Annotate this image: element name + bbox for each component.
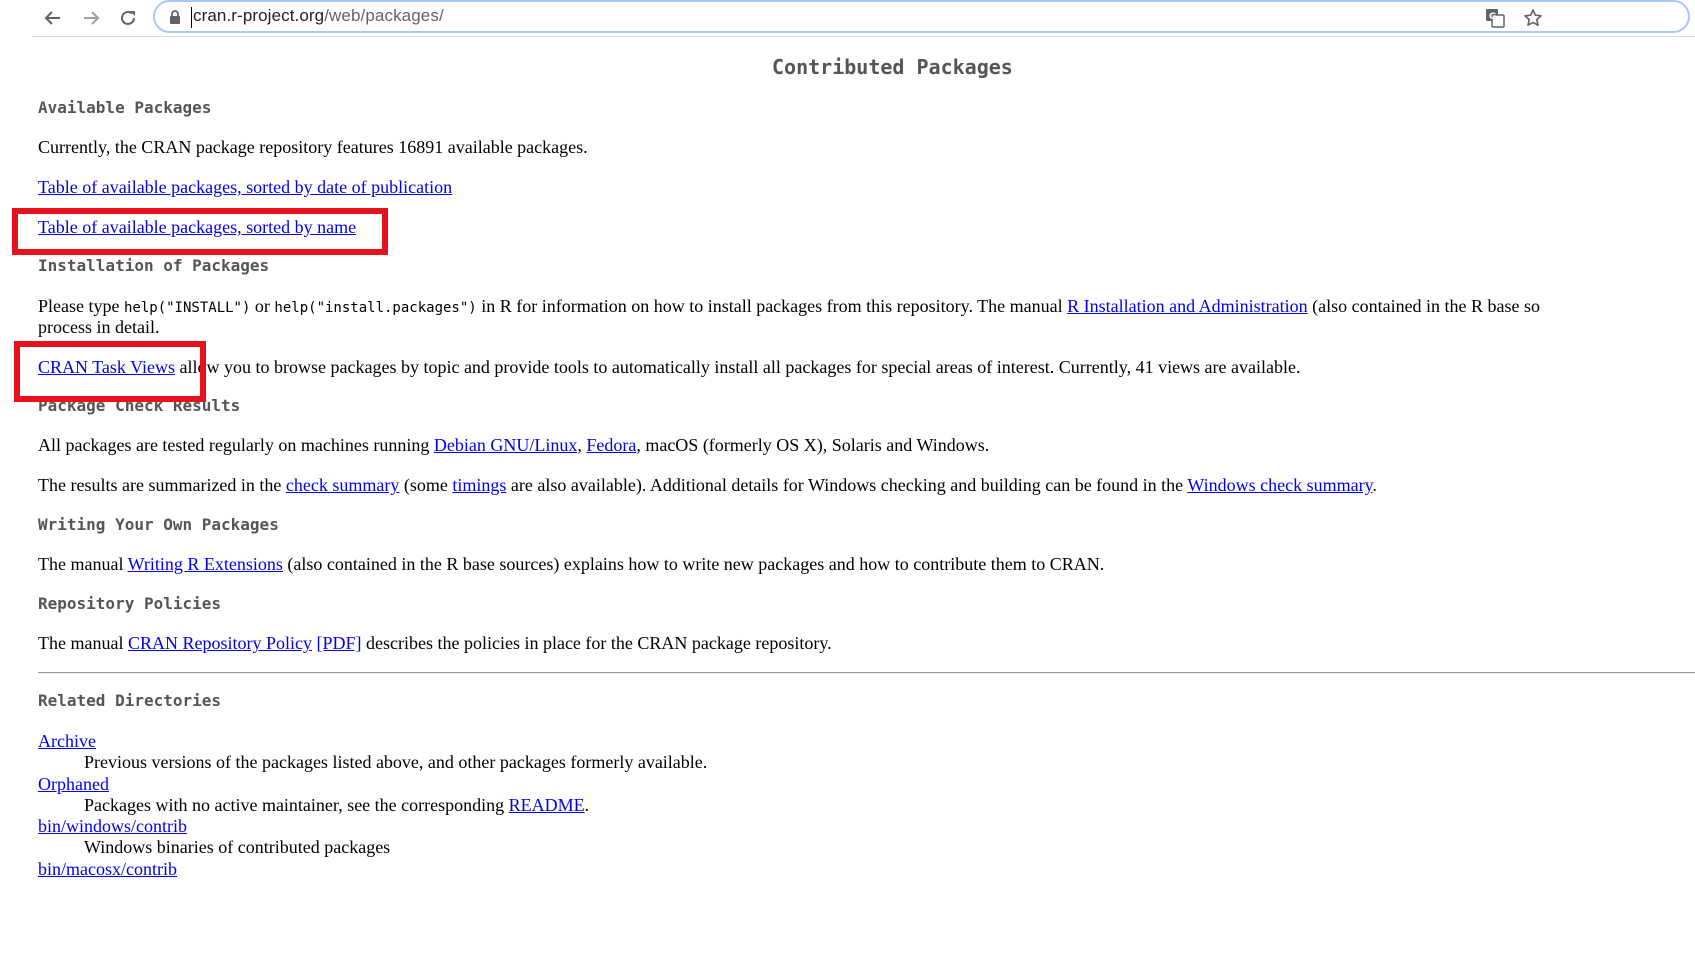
orphaned-desc: Packages with no active maintainer, see … (84, 795, 589, 816)
link-bin-windows-contrib[interactable]: bin/windows/contrib (38, 816, 187, 836)
link-orphaned[interactable]: Orphaned (38, 774, 109, 794)
heading-available-packages: Available Packages (38, 98, 212, 117)
svg-text:G: G (1489, 12, 1496, 22)
link-check-summary[interactable]: check summary (286, 475, 399, 495)
writing-text: The manual Writing R Extensions (also co… (38, 554, 1104, 575)
lock-icon[interactable] (169, 10, 181, 29)
link-packages-by-name[interactable]: Table of available packages, sorted by n… (38, 217, 356, 237)
orphaned-desc-end: . (584, 795, 590, 815)
install-text-2: or (250, 296, 275, 316)
install-text-1: Please type (38, 296, 124, 316)
install-text-3: in R for information on how to install p… (476, 296, 1068, 316)
toolbar-divider (32, 36, 1695, 37)
link-fedora[interactable]: Fedora (586, 435, 636, 455)
policies-text-1: The manual (38, 633, 128, 653)
url-path: /web/packages/ (324, 6, 444, 25)
policies-text: The manual CRAN Repository Policy [PDF] … (38, 633, 832, 654)
task-views-text: CRAN Task Views allow you to browse pack… (38, 357, 1301, 378)
link-windows-check-summary[interactable]: Windows check summary (1187, 475, 1372, 495)
forward-icon[interactable] (76, 3, 106, 33)
orphaned-desc-text: Packages with no active maintainer, see … (84, 795, 509, 815)
task-views-desc: allow you to browse packages by topic an… (175, 357, 1301, 377)
installation-text: Please type help("INSTALL") or help("ins… (38, 296, 1540, 319)
writing-text-2: (also contained in the R base sources) e… (282, 554, 1105, 574)
results-text-1: The results are summarized in the (38, 475, 286, 495)
link-writing-r-extensions[interactable]: Writing R Extensions (128, 554, 283, 574)
link-cran-repository-policy[interactable]: CRAN Repository Policy (128, 633, 312, 653)
code-help-install: help("INSTALL") (123, 300, 251, 316)
check-text-1: All packages are tested regularly on mac… (38, 435, 434, 455)
code-help-install-packages: help("install.packages") (274, 300, 477, 316)
heading-package-check: Package Check Results (38, 396, 241, 415)
link-policy-pdf[interactable]: [PDF] (316, 633, 361, 653)
link-bin-macosx-contrib[interactable]: bin/macosx/contrib (38, 859, 177, 879)
address-bar[interactable]: cran.r-project.org/web/packages/ G (153, 0, 1690, 33)
check-machines-text: All packages are tested regularly on mac… (38, 435, 989, 456)
link-timings[interactable]: timings (452, 475, 506, 495)
star-icon[interactable] (1523, 8, 1543, 33)
check-results-text: The results are summarized in the check … (38, 475, 1377, 496)
check-text-2: , macOS (formerly OS X), Solaris and Win… (636, 435, 990, 455)
browser-toolbar: cran.r-project.org/web/packages/ G (0, 0, 1695, 37)
check-sep: , (577, 435, 587, 455)
section-divider (38, 672, 1695, 674)
results-text-2: (some (399, 475, 453, 495)
installation-text-line2: process in detail. (38, 317, 160, 337)
archive-desc: Previous versions of the packages listed… (84, 752, 708, 772)
heading-related-directories: Related Directories (38, 691, 222, 710)
link-debian[interactable]: Debian GNU/Linux (434, 435, 577, 455)
page-title: Contributed Packages (772, 55, 1013, 79)
back-icon[interactable] (38, 3, 68, 33)
url-domain: cran.r-project.org (193, 6, 325, 25)
text-cursor (191, 7, 192, 28)
available-count-text: Currently, the CRAN package repository f… (38, 137, 588, 157)
link-readme[interactable]: README (509, 795, 585, 815)
results-text-3: are also available). Additional details … (506, 475, 1188, 495)
results-text-4: . (1372, 475, 1377, 495)
install-text-4: (also contained in the R base so (1307, 296, 1541, 316)
policies-text-2: describes the policies in place for the … (361, 633, 832, 653)
heading-installation: Installation of Packages (38, 256, 270, 275)
translate-icon[interactable]: G (1485, 8, 1505, 33)
link-r-installation-admin[interactable]: R Installation and Administration (1067, 296, 1307, 316)
link-packages-by-date[interactable]: Table of available packages, sorted by d… (38, 177, 452, 197)
windows-binaries-desc: Windows binaries of contributed packages (84, 837, 391, 857)
heading-writing-packages: Writing Your Own Packages (38, 515, 279, 534)
writing-text-1: The manual (38, 554, 128, 574)
link-archive[interactable]: Archive (38, 731, 96, 751)
heading-repository-policies: Repository Policies (38, 594, 222, 613)
url-text[interactable]: cran.r-project.org/web/packages/ (193, 6, 444, 26)
link-cran-task-views[interactable]: CRAN Task Views (38, 357, 175, 377)
reload-icon[interactable] (113, 3, 143, 33)
